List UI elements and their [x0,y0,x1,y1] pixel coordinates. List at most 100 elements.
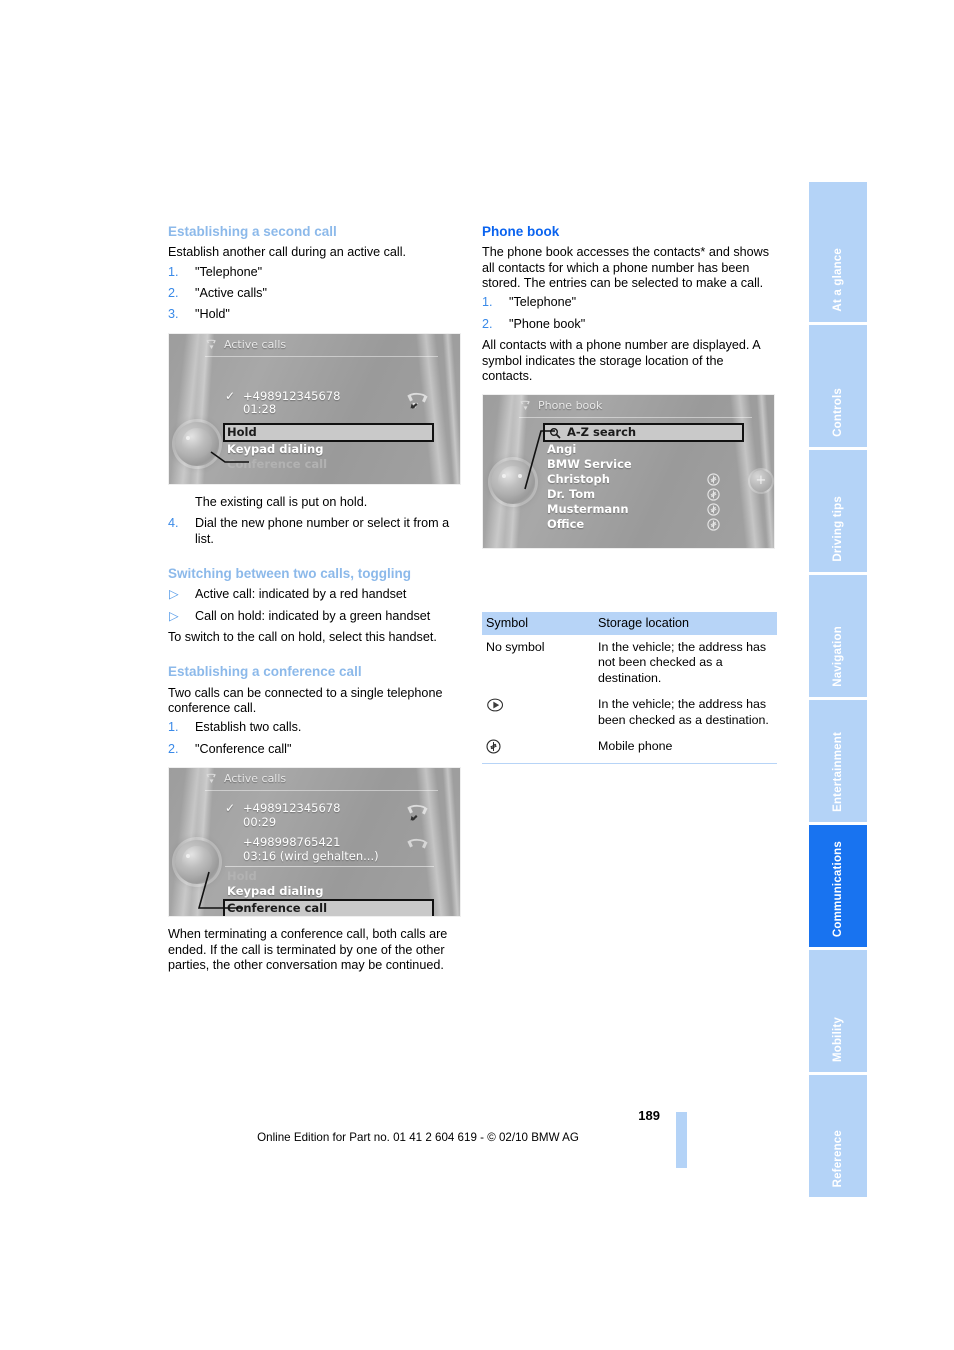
idrive-controller-icon [491,460,535,505]
step-number: 4. [168,516,179,531]
step-text: "Telephone" [509,295,577,310]
cell-symbol: No symbol [482,635,594,693]
contact-name: Mustermann [547,502,629,517]
section-intro-second-call: Establish another call during an active … [168,245,407,260]
step-text: Establish two calls. [195,720,302,735]
step-number: 1. [168,264,179,279]
menu-item-keypad-dialing[interactable]: Keypad dialing [225,884,434,899]
contact-name: BMW Service [547,457,632,472]
step-text: Dial the new phone number or select it f… [195,516,450,546]
idrive-controller-icon [175,840,219,885]
step-text: "Conference call" [195,741,292,756]
contact-name: Christoph [547,472,610,487]
idrive-screenshot-active-calls-hold: Active calls ✓ +498912345678 01:28 Hold … [168,332,461,485]
list-item: 1. "Telephone" [168,265,463,280]
list-item: 4. Dial the new phone number or select i… [168,516,463,547]
side-tab-rail: At a glance Controls Driving tips Naviga… [809,182,867,1197]
az-search-label: A-Z search [567,425,637,440]
cell-location: Mobile phone [594,733,777,765]
contact-row[interactable]: Christoph [545,472,744,487]
sidebar-item-label: Reference [832,1129,844,1187]
screen-title-divider [519,417,752,419]
storage-location-table: Symbol Storage location No symbol In the… [482,612,777,765]
contact-row[interactable]: BMW Service [545,457,744,472]
sidebar-item-driving-tips[interactable]: Driving tips [809,450,867,572]
sidebar-item-label: Entertainment [832,732,844,812]
step-number: 2. [482,316,493,331]
screen-title: Phone book [519,399,602,412]
screen-body: ✓ +498912345678 01:28 Hold Keypad dialin… [223,360,434,482]
list-item: 1. "Telephone" [482,295,777,310]
screen-title: Active calls [205,338,286,351]
menu-item-keypad-dialing[interactable]: Keypad dialing [225,442,434,457]
sidebar-item-reference[interactable]: Reference [809,1075,867,1197]
cell-location: In the vehicle; the address has not been… [594,635,777,693]
handset-icon [205,339,218,350]
contact-row[interactable]: Mustermann [545,502,744,517]
step-text: "Hold" [195,307,230,322]
cell-symbol [482,733,594,765]
steps-second-call-cont: 4. Dial the new phone number or select i… [168,516,463,547]
note-conference-termination: When terminating a conference call, both… [168,927,448,973]
menu-item-hold: Hold [227,869,257,884]
triangle-bullet-icon: ▷ [169,587,179,602]
step-text: "Active calls" [195,286,267,300]
screen-title-text: Active calls [224,337,287,351]
check-icon: ✓ [225,801,236,816]
handset-active-icon [404,391,430,413]
triangle-bullet-icon: ▷ [169,608,179,623]
section-heading-phone-book: Phone book [482,224,560,239]
screen-title-divider [205,790,438,792]
step-number: 2. [168,741,179,756]
sidebar-item-label: At a glance [832,248,844,312]
call-entry: ✓ +498912345678 00:29 [225,802,434,829]
contact-name: Dr. Tom [547,487,596,502]
step-text: "Phone book" [509,316,586,331]
section-intro-conference-call: Two calls can be connected to a single t… [168,685,443,716]
sidebar-item-label: Controls [832,388,844,437]
bullet-text: Call on hold: indicated by a green hands… [195,608,431,623]
step-number: 2. [168,286,179,300]
screen-title-text: Active calls [224,772,287,786]
sidebar-item-communications[interactable]: Communications [809,825,867,947]
cell-location: In the vehicle; the address has been che… [594,691,777,735]
section-heading-conference-call: Establishing a conference call [168,664,362,680]
bluetooth-icon [707,503,720,517]
menu-item-conference-call[interactable]: Conference call [223,899,434,917]
sidebar-item-entertainment[interactable]: Entertainment [809,700,867,822]
note-contacts-displayed: All contacts with a phone number are dis… [482,338,760,384]
steps-second-call: 1. "Telephone" 2. "Active calls" 3. "Hol… [168,265,463,323]
sidebar-item-navigation[interactable]: Navigation [809,575,867,697]
column-header-storage-location: Storage location [594,612,777,635]
contact-row[interactable]: Angi [545,442,744,457]
footer-edition-note: Online Edition for Part no. 01 41 2 604 … [257,1131,579,1144]
list-item: 2. "Active calls" [168,286,463,301]
idrive-screenshot-active-calls-conference: Active calls ✓ +498912345678 00:29 +4989… [168,767,461,918]
idrive-controller-icon [175,421,219,466]
steps-phone-book: 1. "Telephone" 2. "Phone book" [482,295,777,332]
step-number: 1. [168,720,179,735]
section-intro-phone-book: The phone book accesses the contacts* an… [482,245,770,290]
contact-row[interactable]: Office [545,517,744,532]
steps-conference-call: 1. Establish two calls. 2. "Conference c… [168,720,463,757]
list-item: 2. "Phone book" [482,317,777,332]
search-icon [549,427,561,440]
step-number: 3. [168,307,179,322]
sidebar-item-controls[interactable]: Controls [809,325,867,447]
bluetooth-icon [486,739,590,758]
sidebar-item-mobility[interactable]: Mobility [809,950,867,1072]
sidebar-item-at-a-glance[interactable]: At a glance [809,182,867,322]
zoom-in-button[interactable]: + [750,470,772,493]
screen-body: A-Z search Angi BMW Service Christoph Dr… [543,423,744,546]
decorative-curve [439,768,460,917]
handset-hold-icon [404,837,430,859]
decorative-curve [439,333,460,484]
bullet-text: Active call: indicated by a red handset [195,587,407,602]
az-search-row[interactable]: A-Z search [543,423,744,443]
check-icon: ✓ [225,388,236,403]
menu-item-hold[interactable]: Hold [223,422,434,442]
contact-row[interactable]: Dr. Tom [545,487,744,502]
section-heading-toggling: Switching between two calls, toggling [168,566,412,582]
screen-title-divider [205,355,438,357]
table-row: No symbol In the vehicle; the address ha… [482,635,777,693]
